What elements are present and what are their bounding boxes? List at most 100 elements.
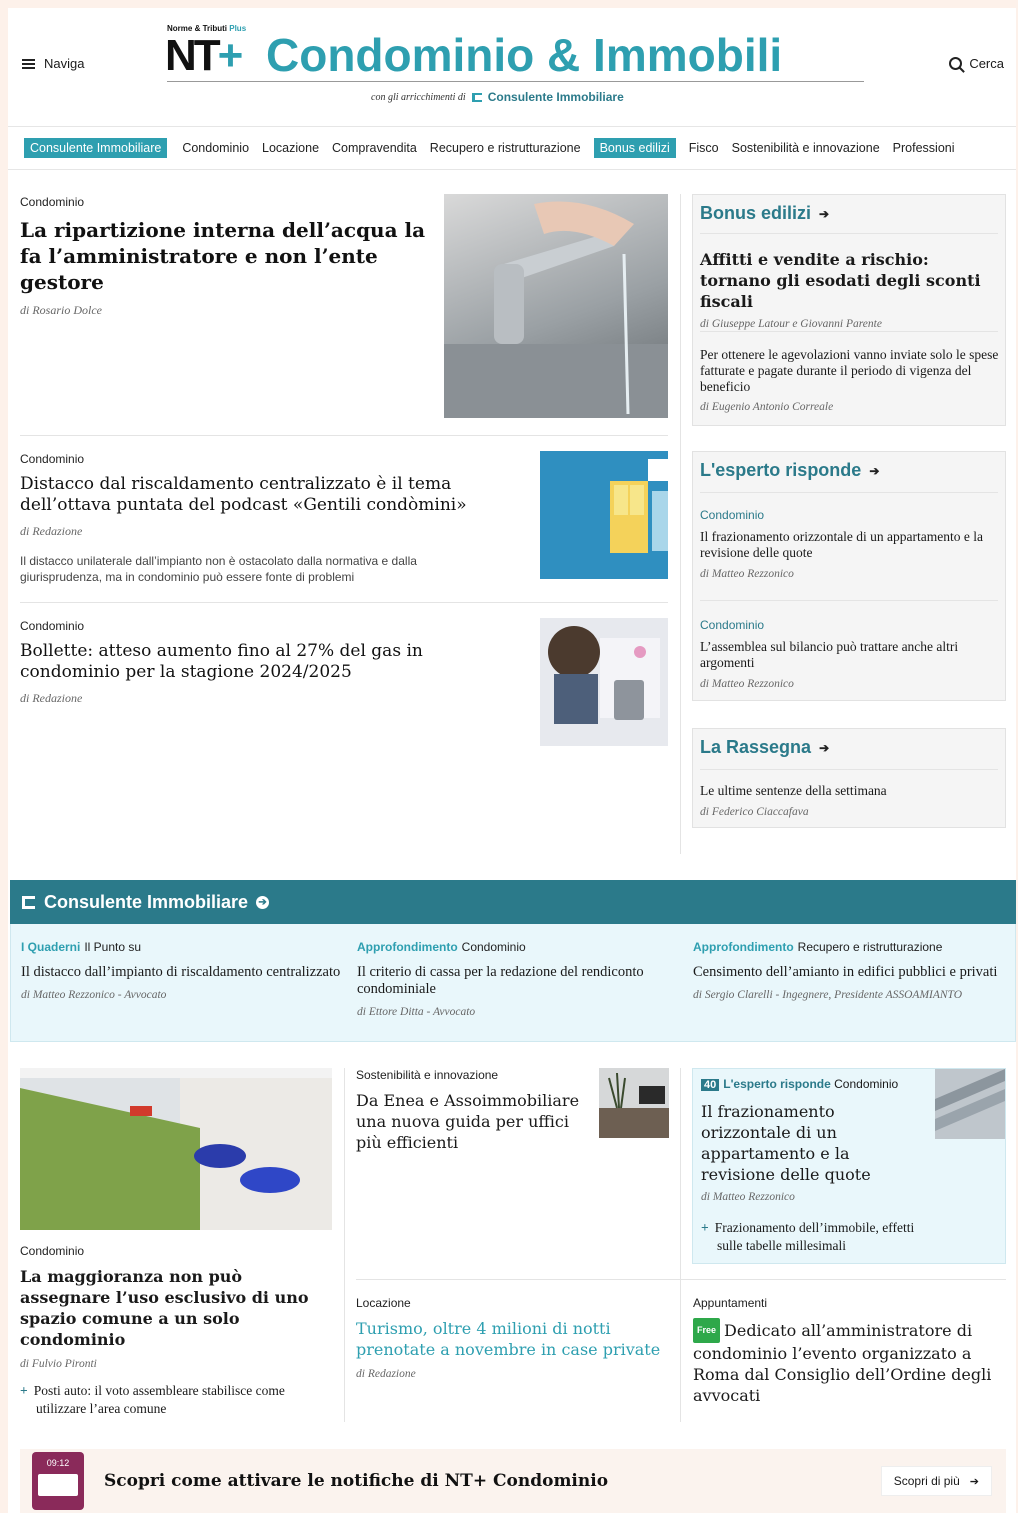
nav-item-compravendita[interactable]: Compravendita [326, 138, 423, 158]
rassegna-item[interactable]: Le ultime sentenze della settimana di Fe… [700, 783, 996, 818]
site-title[interactable]: Condominio & Immobili [266, 30, 782, 80]
article-author: di Redazione [356, 1368, 416, 1380]
item-kicker-primary[interactable]: I Quaderni [21, 940, 80, 954]
consulente-logo-icon [471, 92, 482, 102]
consulente-item[interactable]: Approfondimento Condominio Il criterio di… [357, 938, 677, 1018]
article-title[interactable]: Turismo, oltre 4 milioni di notti prenot… [356, 1318, 674, 1360]
item-title[interactable]: Il criterio di cassa per la redazione de… [357, 964, 677, 998]
nav-item-professioni[interactable]: Professioni [887, 138, 961, 158]
lower-middle-bottom-article[interactable]: Locazione Turismo, oltre 4 milioni di no… [356, 1296, 674, 1380]
related-link[interactable]: + Frazionamento dell’immobile, effetti su… [701, 1219, 931, 1255]
esperto-title[interactable]: Il frazionamento orizzontale di un appar… [701, 1101, 901, 1185]
nav-item-recupero[interactable]: Recupero e ristrutturazione [424, 138, 587, 158]
item-kicker[interactable]: Condominio [700, 508, 996, 522]
item-title[interactable]: Il distacco dall’impianto di riscaldamen… [21, 964, 341, 981]
consulente-item[interactable]: I Quaderni Il Punto su Il distacco dall’i… [21, 938, 341, 1001]
stairs-image[interactable] [935, 1069, 1005, 1139]
logo-nt[interactable]: NT+ [165, 31, 243, 80]
podcast-image[interactable] [540, 451, 668, 579]
lower-middle-top-article[interactable]: Sostenibilità e innovazione Da Enea e As… [356, 1068, 592, 1153]
article-title[interactable]: La ripartizione interna dell’acqua la fa… [20, 217, 430, 295]
bills-image[interactable] [540, 618, 668, 746]
related-link[interactable]: + Posti auto: il voto assembleare stabili… [20, 1382, 334, 1418]
logo-divider [167, 81, 864, 82]
bonus-item[interactable]: Per ottenere le agevolazioni vanno invia… [700, 347, 1000, 413]
esperto-kicker[interactable]: 40 L'esperto risponde Condominio [701, 1077, 898, 1091]
item-kicker-secondary[interactable]: Condominio [462, 940, 526, 954]
article-title[interactable]: Bollette: atteso aumento fino al 27% del… [20, 641, 520, 683]
office-image[interactable] [599, 1068, 669, 1138]
sub-brand-prefix: con gli arricchimenti di [371, 91, 466, 103]
bonus-item[interactable]: Affitti e vendite a rischio: tornano gli… [700, 249, 996, 330]
article-kicker[interactable]: Condominio [20, 619, 520, 633]
item-author: di Ettore Ditta - Avvocato [357, 1006, 476, 1018]
esperto-label: L'esperto risponde [700, 460, 862, 480]
article-kicker[interactable]: Sostenibilità e innovazione [356, 1068, 592, 1082]
esperto-item[interactable]: Condominio Il frazionamento orizzontale … [700, 508, 996, 580]
plus-icon: + [701, 1220, 709, 1235]
bonus-edilizi-title[interactable]: Bonus edilizi ➔ [700, 203, 829, 224]
item-title[interactable]: Censimento dell’amianto in edifici pubbl… [693, 964, 1013, 981]
divider [700, 331, 998, 332]
article-title[interactable]: Distacco dal riscaldamento centralizzato… [20, 474, 520, 516]
article-title[interactable]: Da Enea e Assoimmobiliare una nuova guid… [356, 1090, 592, 1153]
article-kicker[interactable]: Appuntamenti [693, 1296, 1005, 1310]
esperto-box: L'esperto risponde ➔ Condominio Il frazio… [692, 451, 1006, 701]
article-title[interactable]: Free Dedicato all’amministratore di condo… [693, 1318, 1005, 1406]
notifications-title: Scopri come attivare le notifiche di NT+… [104, 1471, 609, 1491]
item-kicker-secondary[interactable]: Il Punto su [84, 940, 141, 954]
lower-left-article[interactable]: Condominio La maggioranza non può assegn… [20, 1244, 334, 1418]
item-author: di Matteo Rezzonico - Avvocato [21, 989, 167, 1001]
badge-40: 40 [701, 1079, 720, 1091]
sub-brand[interactable]: con gli arricchimenti di Consulente Immo… [371, 90, 624, 104]
lead-article-2[interactable]: Condominio Distacco dal riscaldamento ce… [20, 452, 520, 585]
item-title[interactable]: Il frazionamento orizzontale di un appar… [700, 529, 996, 561]
rassegna-title[interactable]: La Rassegna ➔ [700, 737, 829, 758]
esperto-title[interactable]: L'esperto risponde ➔ [700, 460, 879, 481]
item-title[interactable]: L’assemblea sul bilancio può trattare an… [700, 639, 996, 671]
item-kicker-secondary[interactable]: Recupero e ristrutturazione [798, 940, 943, 954]
item-kicker-primary[interactable]: Approfondimento [357, 940, 458, 954]
nav-item-locazione[interactable]: Locazione [256, 138, 325, 158]
lead-article-3[interactable]: Condominio Bollette: atteso aumento fino… [20, 619, 520, 706]
notifications-banner: 09:12 Scopri come attivare le notifiche … [20, 1449, 1006, 1513]
parking-image[interactable] [20, 1068, 332, 1230]
article-kicker[interactable]: Locazione [356, 1296, 674, 1310]
menu-button[interactable]: Naviga [22, 56, 84, 71]
appuntamenti-article[interactable]: Appuntamenti Free Dedicato all’amministra… [693, 1296, 1005, 1406]
item-kicker[interactable]: Condominio [700, 618, 996, 632]
consulente-section-body: I Quaderni Il Punto su Il distacco dall’i… [10, 924, 1016, 1042]
nav-item-condominio[interactable]: Condominio [176, 138, 255, 158]
search-button[interactable]: Cerca [949, 56, 1004, 71]
nav-item-fisco[interactable]: Fisco [683, 138, 725, 158]
article-kicker[interactable]: Condominio [20, 195, 430, 209]
section-nav: Consulente Immobiliare Condominio Locazi… [8, 126, 1016, 170]
item-title[interactable]: Per ottenere le agevolazioni vanno invia… [700, 347, 1000, 395]
lead-article-1[interactable]: Condominio La ripartizione interna dell’… [20, 195, 430, 318]
article-excerpt: Il distacco unilaterale dall’impianto no… [20, 554, 417, 584]
item-kicker-primary[interactable]: Approfondimento [693, 940, 794, 954]
button-label: Scopri di più [893, 1474, 960, 1488]
nav-item-consulente[interactable]: Consulente Immobiliare [24, 138, 168, 158]
consulente-section-header[interactable]: Consulente Immobiliare ➔ [10, 880, 1016, 924]
related-text: Frazionamento dell’immobile, effetti sul… [714, 1220, 915, 1253]
item-title[interactable]: Le ultime sentenze della settimana [700, 783, 996, 799]
logo-nt-text: NT [165, 31, 221, 80]
article-author: di Redazione [20, 691, 83, 705]
item-title[interactable]: Affitti e vendite a rischio: tornano gli… [700, 249, 996, 312]
nav-item-bonus[interactable]: Bonus edilizi [593, 138, 676, 158]
arrow-right-icon: ➔ [819, 206, 830, 221]
article-title[interactable]: La maggioranza non può assegnare l’uso e… [20, 1266, 334, 1350]
esperto-item[interactable]: Condominio L’assemblea sul bilancio può … [700, 618, 996, 690]
consulente-item[interactable]: Approfondimento Recupero e ristrutturazio… [693, 938, 1013, 1001]
rassegna-box: La Rassegna ➔ Le ultime sentenze della se… [692, 728, 1006, 828]
divider [20, 602, 668, 603]
nav-item-sostenibilita[interactable]: Sostenibilità e innovazione [726, 138, 886, 158]
esperto-author: di Matteo Rezzonico [701, 1191, 795, 1203]
discover-more-button[interactable]: Scopri di più ➔ [880, 1466, 992, 1496]
sub-brand-name: Consulente Immobiliare [487, 90, 624, 104]
faucet-image[interactable] [444, 194, 668, 418]
hamburger-icon [22, 58, 35, 69]
article-kicker[interactable]: Condominio [20, 452, 520, 466]
article-kicker[interactable]: Condominio [20, 1244, 334, 1258]
